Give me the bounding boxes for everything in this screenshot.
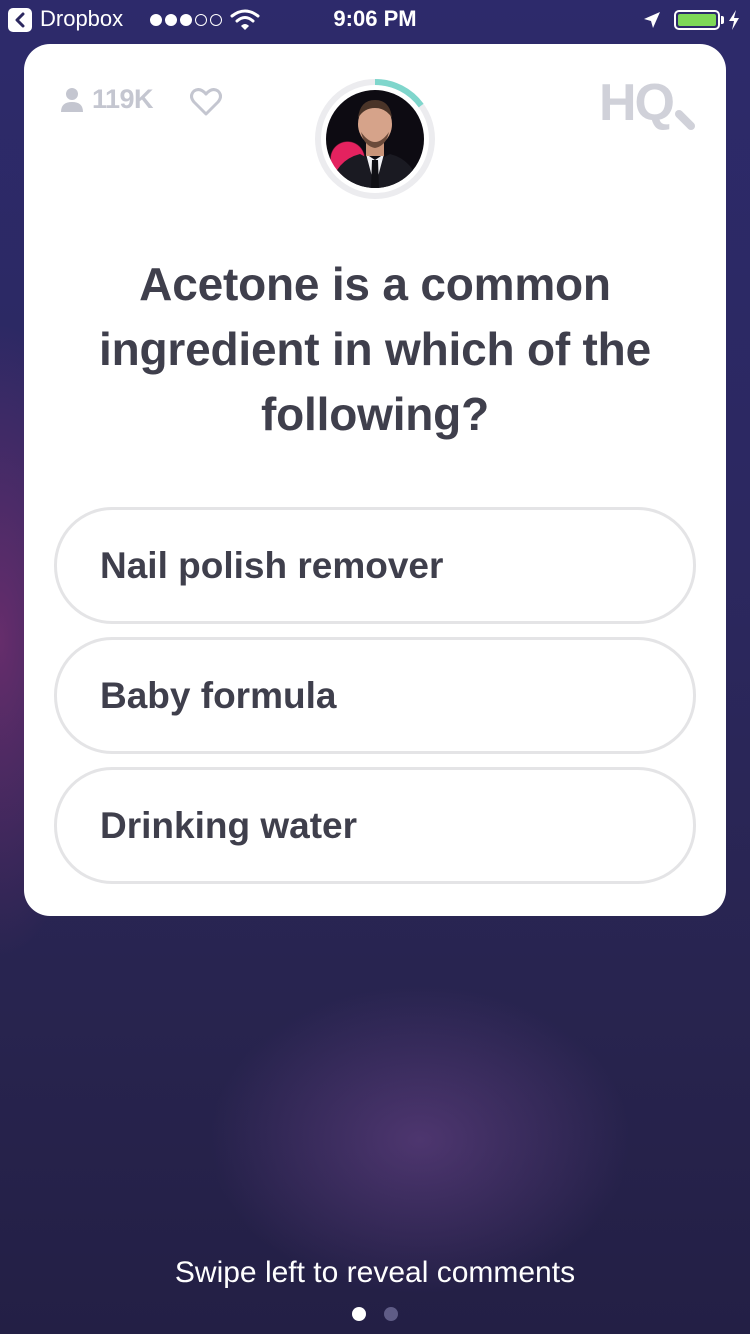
battery-tip — [721, 16, 724, 24]
answer-option-1[interactable]: Nail polish remover — [54, 507, 696, 624]
answer-option-3[interactable]: Drinking water — [54, 767, 696, 884]
hq-logo: HQ — [599, 74, 695, 130]
battery-level — [678, 14, 716, 26]
status-time: 9:06 PM — [333, 6, 417, 31]
answer-label: Baby formula — [100, 674, 337, 716]
viewer-count: 119K — [92, 84, 154, 114]
answer-label: Nail polish remover — [100, 544, 444, 586]
heart-icon[interactable] — [190, 88, 222, 116]
battery-icon — [674, 10, 720, 30]
swipe-hint: Swipe left to reveal comments — [174, 1256, 576, 1289]
page-indicator[interactable] — [352, 1307, 398, 1321]
page-dot[interactable] — [384, 1307, 398, 1321]
answer-option-2[interactable]: Baby formula — [54, 637, 696, 754]
status-bar: Dropbox 9:06 PM — [0, 0, 750, 40]
user-icon — [61, 87, 83, 112]
page-dot[interactable] — [352, 1307, 366, 1321]
location-arrow-icon — [644, 12, 660, 28]
host-avatar — [326, 90, 424, 188]
host-timer — [313, 77, 437, 201]
viewer-stats: 119K — [60, 84, 154, 115]
charging-bolt-icon — [729, 10, 739, 30]
hq-logo-text: HQ — [599, 74, 674, 130]
question-text: Acetone is a common ingredient in which … — [99, 258, 651, 440]
answer-label: Drinking water — [100, 804, 357, 846]
question-card: 119K HQ Acetone is a common ingredient i… — [24, 44, 726, 916]
